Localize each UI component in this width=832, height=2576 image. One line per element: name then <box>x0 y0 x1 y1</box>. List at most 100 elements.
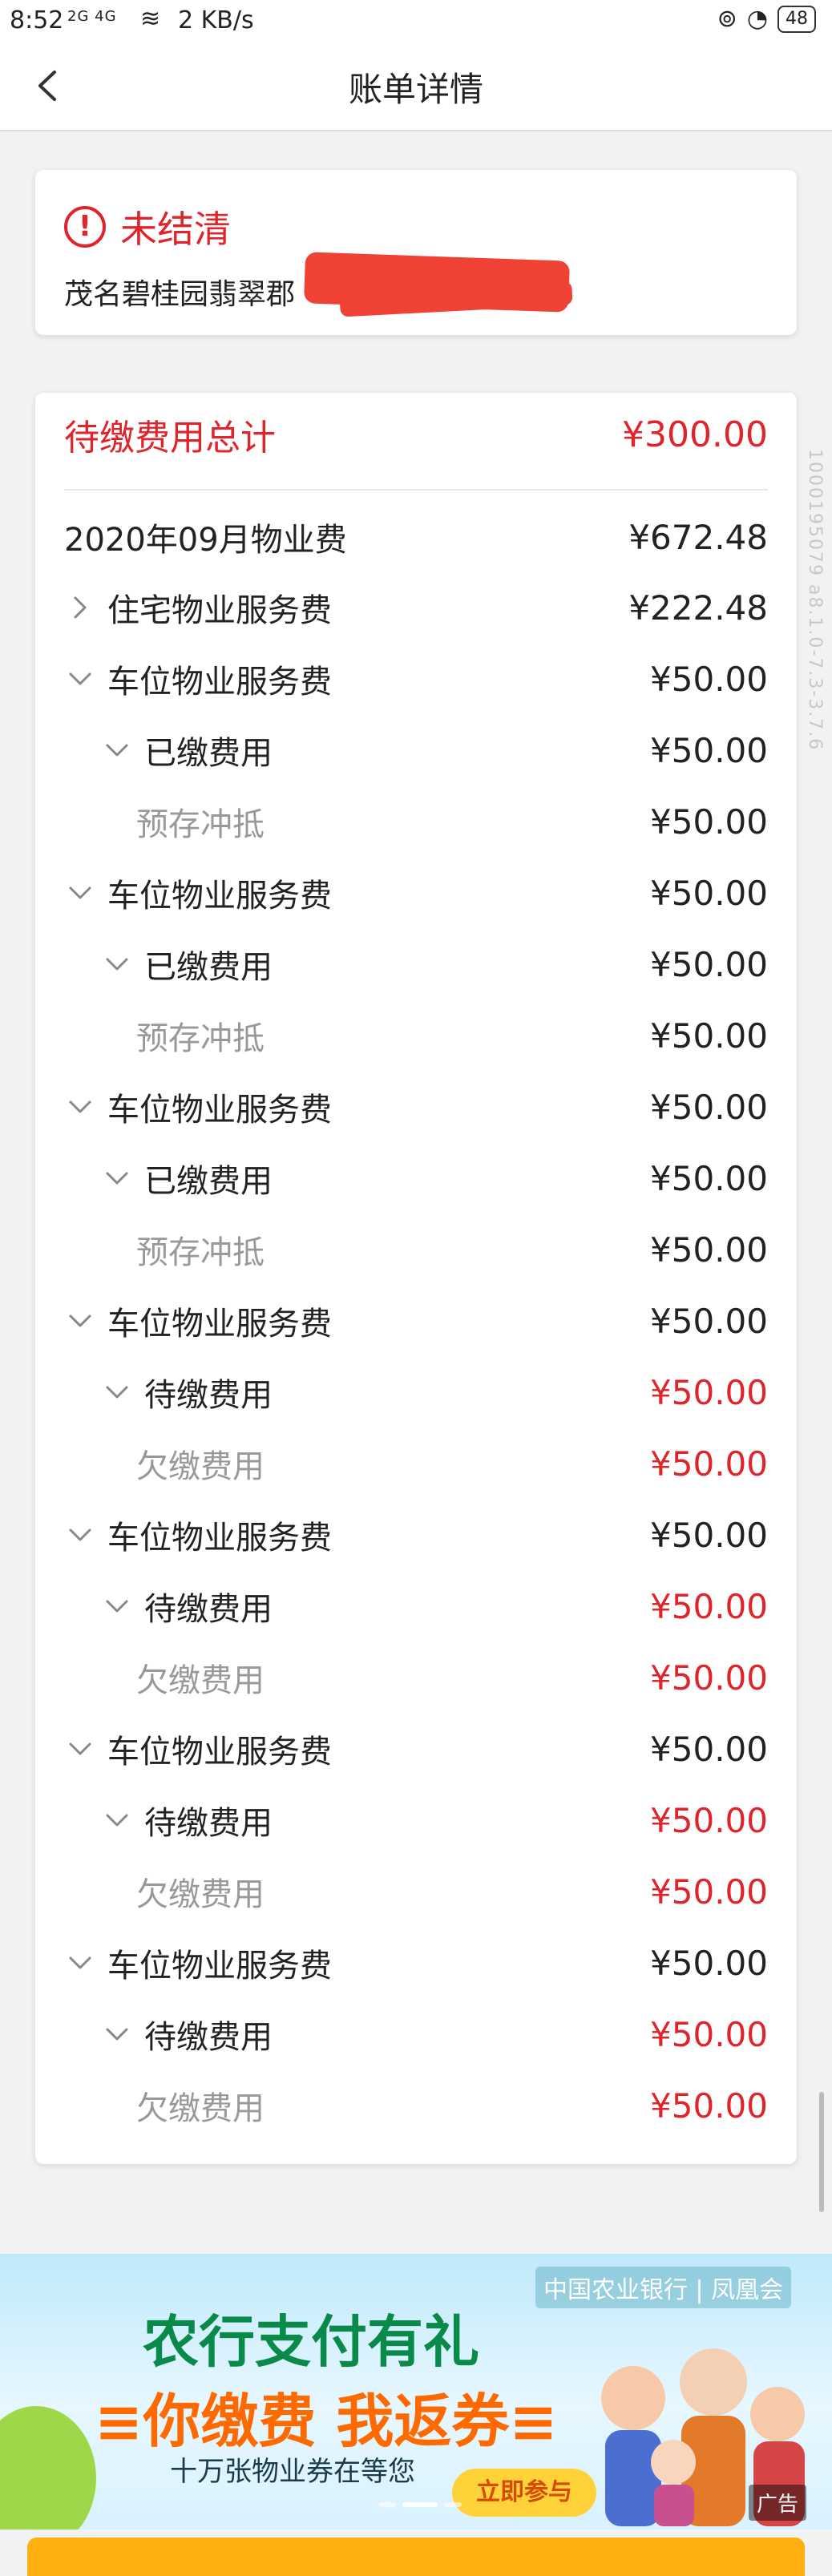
fee-label: 车位物业服务费 <box>107 1948 332 1984</box>
fee-subgroup-row[interactable]: 已缴费用 ¥50.00 <box>64 1154 768 1202</box>
lock-icon: ⊚ <box>717 5 737 33</box>
fee-label-group: 预存冲抵 <box>64 798 265 845</box>
fee-label-group: 车位物业服务费 <box>64 1512 332 1558</box>
total-due-label: 待缴费用总计 <box>64 418 276 458</box>
chevron-right-icon[interactable] <box>64 592 96 624</box>
fee-amount: ¥50.00 <box>650 1443 768 1484</box>
fee-amount: ¥50.00 <box>650 1800 768 1840</box>
fee-subgroup-row[interactable]: 已缴费用 ¥50.00 <box>64 940 768 988</box>
bank-logo: 中国农业银行 | 凤凰会 <box>535 2267 792 2308</box>
chevron-down-icon[interactable] <box>64 877 96 909</box>
period-row: 2020年09月物业费 ¥672.48 <box>64 513 768 561</box>
pay-button[interactable] <box>27 2538 805 2576</box>
nav-bar: 账单详情 <box>0 43 832 131</box>
chevron-down-icon[interactable] <box>101 1804 133 1836</box>
divider <box>64 489 768 491</box>
fee-amount: ¥50.00 <box>650 1943 768 1983</box>
chevron-down-icon[interactable] <box>101 1590 133 1622</box>
fee-item-row[interactable]: 住宅物业服务费 ¥222.48 <box>64 583 768 632</box>
total-due-amount: ¥300.00 <box>622 414 768 455</box>
banner-subtext: 十万张物业券在等您 <box>170 2456 415 2488</box>
fee-label: 车位物业服务费 <box>107 1734 332 1770</box>
fee-label: 欠缴费用 <box>136 2090 265 2127</box>
fee-subgroup-row[interactable]: 待缴费用 ¥50.00 <box>64 1582 768 1630</box>
chevron-down-icon[interactable] <box>101 2018 133 2050</box>
status-time: 8:52 <box>10 6 64 34</box>
fee-label-group: 预存冲抵 <box>64 1226 265 1273</box>
chevron-down-icon[interactable] <box>101 1376 133 1408</box>
wifi-icon: ≋ <box>140 5 161 33</box>
fee-detail-row: 欠缴费用 ¥50.00 <box>64 1867 768 1916</box>
fee-amount: ¥222.48 <box>628 587 768 628</box>
fee-detail-row: 欠缴费用 ¥50.00 <box>64 2081 768 2130</box>
fee-label-group: 已缴费用 <box>64 727 273 773</box>
fee-label: 车位物业服务费 <box>107 1520 332 1557</box>
bill-status-card: ! 未结清 茂名碧桂园翡翠郡 <box>35 170 797 335</box>
scrollbar[interactable] <box>819 2092 824 2212</box>
ad-label: 广告 <box>749 2485 807 2521</box>
alarm-icon: ◔ <box>746 5 768 33</box>
fee-subgroup-row[interactable]: 待缴费用 ¥50.00 <box>64 1368 768 1416</box>
carousel-dot <box>378 2502 396 2507</box>
join-now-button[interactable]: 立即参与 <box>452 2469 596 2517</box>
chevron-down-icon[interactable] <box>64 1519 96 1551</box>
fee-subgroup-row[interactable]: 待缴费用 ¥50.00 <box>64 1796 768 1844</box>
total-due-row: 待缴费用总计 ¥300.00 <box>64 410 768 459</box>
chevron-down-icon[interactable] <box>64 1305 96 1337</box>
fee-label: 欠缴费用 <box>136 1448 265 1485</box>
chevron-down-icon[interactable] <box>64 1733 96 1765</box>
fee-item-row[interactable]: 车位物业服务费 ¥50.00 <box>64 655 768 703</box>
chevron-down-icon[interactable] <box>101 1162 133 1194</box>
chevron-down-icon[interactable] <box>64 1091 96 1123</box>
banner-headline: 农行支付有礼 <box>143 2309 479 2375</box>
chevron-down-icon[interactable] <box>101 734 133 766</box>
fee-item-row[interactable]: 车位物业服务费 ¥50.00 <box>64 1511 768 1559</box>
version-code: 1000195079 a8.1.0-7.3-3.7.6 <box>805 449 825 752</box>
ad-banner[interactable]: 中国农业银行 | 凤凰会 农行支付有礼 ≡你缴费 我返券≡ 十万张物业券在等您 … <box>0 2254 832 2530</box>
fee-label-group: 欠缴费用 <box>64 1868 265 1915</box>
fee-item-row[interactable]: 车位物业服务费 ¥50.00 <box>64 1725 768 1773</box>
fee-label: 欠缴费用 <box>136 1876 265 1913</box>
fee-label: 已缴费用 <box>144 949 273 986</box>
fee-amount: ¥50.00 <box>650 1586 768 1626</box>
fee-label: 欠缴费用 <box>136 1662 265 1699</box>
fee-detail-row: 欠缴费用 ¥50.00 <box>64 1439 768 1488</box>
fee-item-row[interactable]: 车位物业服务费 ¥50.00 <box>64 1083 768 1131</box>
fee-label-group: 待缴费用 <box>64 1583 273 1629</box>
carousel-indicator <box>378 2502 462 2507</box>
fee-amount: ¥50.00 <box>650 1871 768 1912</box>
chevron-down-icon[interactable] <box>64 663 96 695</box>
fee-label-group: 车位物业服务费 <box>64 1726 332 1772</box>
fee-amount: ¥50.00 <box>650 1657 768 1698</box>
carousel-dot-active <box>402 2502 438 2507</box>
fee-amount: ¥50.00 <box>650 2014 768 2054</box>
banner-slogan: ≡你缴费 我返券≡ <box>95 2388 558 2455</box>
fee-item-row[interactable]: 车位物业服务费 ¥50.00 <box>64 869 768 917</box>
chevron-down-icon[interactable] <box>101 948 133 980</box>
chevron-down-icon[interactable] <box>64 1947 96 1979</box>
fee-amount: ¥50.00 <box>650 1158 768 1198</box>
fee-detail-row: 预存冲抵 ¥50.00 <box>64 1225 768 1274</box>
fee-subgroup-row[interactable]: 待缴费用 ¥50.00 <box>64 2010 768 2058</box>
fee-amount: ¥50.00 <box>650 873 768 913</box>
fee-label-group: 待缴费用 <box>64 1797 273 1843</box>
fee-label: 车位物业服务费 <box>107 878 332 915</box>
network-speed: 2 KB/s <box>178 6 254 34</box>
fee-amount: ¥50.00 <box>650 2085 768 2126</box>
fee-subgroup-row[interactable]: 已缴费用 ¥50.00 <box>64 726 768 774</box>
hill-decoration <box>0 2406 96 2530</box>
period-amount: ¥672.48 <box>628 517 768 557</box>
battery-icon: 48 <box>777 5 816 33</box>
fee-label-group: 待缴费用 <box>64 2011 273 2057</box>
signal-icon: 2G 4G <box>67 8 117 25</box>
fee-amount: ¥50.00 <box>650 730 768 770</box>
status-bar: 8:52 2G 4G ≋ 2 KB/s ⊚ ◔ 48 <box>0 0 832 43</box>
period-label: 2020年09月物业费 <box>64 522 347 559</box>
fee-label-group: 预存冲抵 <box>64 1012 265 1059</box>
fee-item-row[interactable]: 车位物业服务费 ¥50.00 <box>64 1939 768 1987</box>
fee-label-group: 住宅物业服务费 <box>64 584 332 631</box>
fee-label: 车位物业服务费 <box>107 1306 332 1343</box>
fee-item-row[interactable]: 车位物业服务费 ¥50.00 <box>64 1297 768 1345</box>
carousel-dot <box>444 2502 462 2507</box>
fee-label: 已缴费用 <box>144 1163 273 1200</box>
